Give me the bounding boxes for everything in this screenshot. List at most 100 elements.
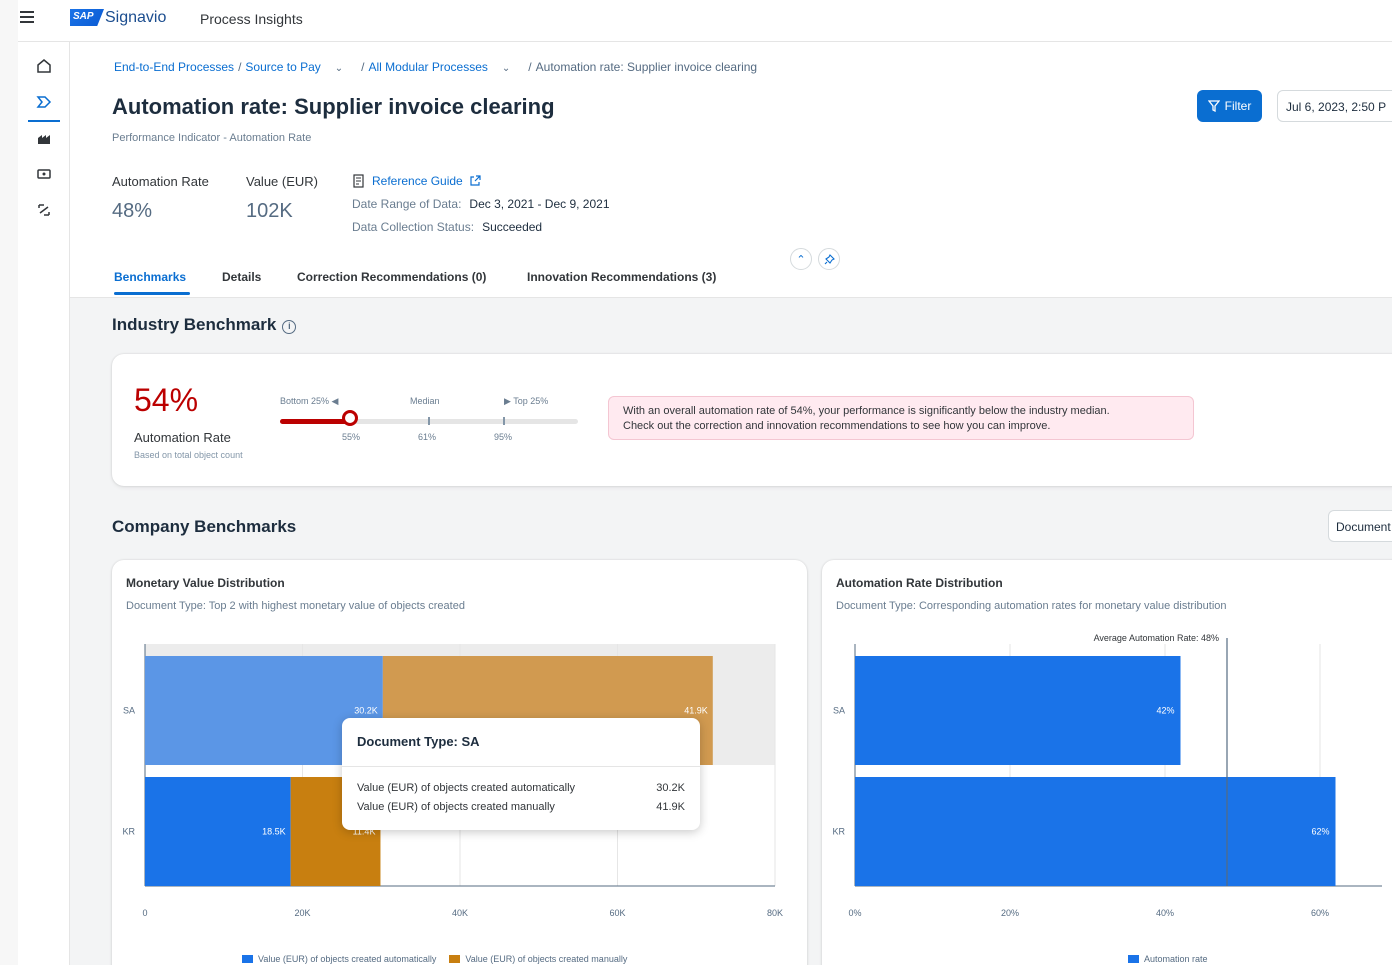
benchmark-scale-fill <box>280 419 350 424</box>
automation-legend: Automation rate <box>1128 954 1208 964</box>
scale-label-median: Median <box>410 396 440 406</box>
scale-value-median: 61% <box>418 432 437 442</box>
x-tick-label: 60K <box>609 908 625 918</box>
benchmark-value: 54% <box>134 382 199 418</box>
date-range-value: Dec 3, 2021 - Dec 9, 2021 <box>469 197 610 211</box>
legend-label-manual: Value (EUR) of objects created manually <box>465 954 628 964</box>
y-tick-label: SA <box>123 706 135 716</box>
tooltip-title: Document Type: SA <box>357 734 480 749</box>
tooltip-value: 30.2K <box>656 782 685 794</box>
automation-rate-chart: 0% 20% 40% 60% SA 42% KR 62% Average Automation … <box>832 633 1382 918</box>
legend-swatch-manual <box>449 955 461 963</box>
kpi-automation-rate-label: Automation Rate <box>112 174 209 189</box>
object-page-header: End-to-End Processes / Source to Pay ⌄ / All … <box>70 42 1392 298</box>
tooltip-divider <box>342 766 700 767</box>
monetary-card-title: Monetary Value Distribution <box>126 576 285 590</box>
legend-label-rate: Automation rate <box>1144 954 1208 964</box>
brand-name[interactable]: Signavio <box>105 9 166 27</box>
side-navigation <box>18 42 70 965</box>
filter-button[interactable]: Filter <box>1197 90 1262 122</box>
chart-tooltip: Document Type: SA Value (EUR) of objects… <box>342 718 700 830</box>
status-label: Data Collection Status: <box>352 220 475 234</box>
tab-details[interactable]: Details <box>222 270 261 284</box>
tooltip-label: Value (EUR) of objects created manually <box>357 801 555 813</box>
building-icon[interactable] <box>34 128 54 148</box>
document-icon <box>353 174 364 188</box>
scale-label-bottom: Bottom 25% ◀ <box>280 396 339 406</box>
benchmark-note: Based on total object count <box>134 450 243 460</box>
alert-line-2: Check out the correction and innovation … <box>623 420 1051 432</box>
industry-benchmark-card: 54% Automation Rate Based on total objec… <box>112 354 1392 486</box>
document-type-select[interactable]: Document <box>1328 510 1392 542</box>
status-row: Data Collection Status: Succeeded <box>352 220 542 234</box>
industry-benchmark-heading: Industry Benchmark i <box>112 315 297 335</box>
reference-guide-link[interactable]: Reference Guide <box>352 174 481 188</box>
data-label: 42% <box>1156 706 1174 716</box>
automation-card-subtitle: Document Type: Corresponding automation … <box>836 600 1227 612</box>
tab-active-indicator <box>114 292 190 295</box>
date-selector[interactable]: Jul 6, 2023, 2:50 P <box>1277 90 1392 122</box>
workflow-icon[interactable] <box>34 200 54 220</box>
x-tick-label: 40% <box>1156 908 1174 918</box>
process-icon[interactable] <box>34 92 54 112</box>
y-tick-label: SA <box>833 706 845 716</box>
collapse-header-button[interactable]: ⌃ <box>790 248 812 270</box>
chevron-down-icon[interactable]: ⌄ <box>502 63 510 74</box>
menu-icon[interactable] <box>20 11 34 23</box>
scale-tick-median <box>428 417 430 425</box>
automation-card-title: Automation Rate Distribution <box>836 576 1003 590</box>
breadcrumb-link-modular[interactable]: All Modular Processes <box>369 60 488 74</box>
tab-correction-recommendations[interactable]: Correction Recommendations (0) <box>297 270 486 284</box>
tooltip-label: Value (EUR) of objects created automatic… <box>357 782 576 794</box>
data-label: 30.2K <box>354 706 378 716</box>
window-edge <box>0 0 18 965</box>
chevron-down-icon[interactable]: ⌄ <box>335 63 343 74</box>
info-icon[interactable]: i <box>282 320 297 334</box>
date-range-label: Date Range of Data: <box>352 197 462 211</box>
external-link-icon <box>470 175 481 186</box>
x-tick-label: 20K <box>294 908 310 918</box>
scale-value-bottom: 55% <box>342 432 361 442</box>
tab-innovation-recommendations[interactable]: Innovation Recommendations (3) <box>527 270 716 284</box>
y-tick-label: KR <box>832 827 845 837</box>
alert-line-1: With an overall automation rate of 54%, … <box>623 405 1110 417</box>
monitor-icon[interactable] <box>34 164 54 184</box>
automation-rate-card: Automation Rate Distribution Document Ty… <box>822 560 1392 965</box>
breadcrumb-link-source-to-pay[interactable]: Source to Pay <box>245 60 320 74</box>
monetary-legend: Value (EUR) of objects created automatic… <box>242 954 627 964</box>
scale-label-top: ▶ Top 25% <box>504 396 549 406</box>
industry-benchmark-title: Industry Benchmark <box>112 315 277 334</box>
benchmark-alert: With an overall automation rate of 54%, … <box>608 396 1194 440</box>
tooltip-value: 41.9K <box>656 801 685 813</box>
tab-benchmarks[interactable]: Benchmarks <box>114 270 186 284</box>
data-label: 62% <box>1311 827 1329 837</box>
legend-swatch-rate <box>1128 955 1139 963</box>
tooltip-row-manual: Value (EUR) of objects created manually 4… <box>357 801 685 813</box>
filter-button-label: Filter <box>1224 99 1252 113</box>
company-benchmarks-title: Company Benchmarks <box>112 517 297 536</box>
filter-icon <box>1207 100 1220 112</box>
benchmark-label: Automation Rate <box>134 430 231 445</box>
reference-guide-label: Reference Guide <box>372 174 463 188</box>
tooltip-row-automatic: Value (EUR) of objects created automatic… <box>357 782 685 794</box>
breadcrumb-link-end-to-end[interactable]: End-to-End Processes <box>114 60 234 74</box>
status-value: Succeeded <box>482 220 543 234</box>
x-tick-label: 0 <box>142 908 147 918</box>
bar <box>855 777 1336 886</box>
data-label: 41.9K <box>684 706 708 716</box>
x-tick-label: 80K <box>767 908 783 918</box>
page-subtitle: Performance Indicator - Automation Rate <box>112 132 312 144</box>
scale-tick-top <box>503 417 505 425</box>
home-icon[interactable] <box>34 56 54 76</box>
breadcrumb: End-to-End Processes / Source to Pay ⌄ / All … <box>114 60 758 74</box>
scale-value-top: 95% <box>494 432 513 442</box>
kpi-value-value: 102K <box>246 200 293 222</box>
pin-header-button[interactable] <box>818 248 840 270</box>
x-tick-label: 40K <box>452 908 468 918</box>
pin-icon <box>824 253 835 264</box>
x-tick-label: 0% <box>848 908 861 918</box>
chevron-up-icon: ⌃ <box>796 253 806 266</box>
date-range-row: Date Range of Data: Dec 3, 2021 - Dec 9, … <box>352 197 610 211</box>
kpi-value-label: Value (EUR) <box>246 174 319 189</box>
legend-swatch-automatic <box>242 955 253 963</box>
